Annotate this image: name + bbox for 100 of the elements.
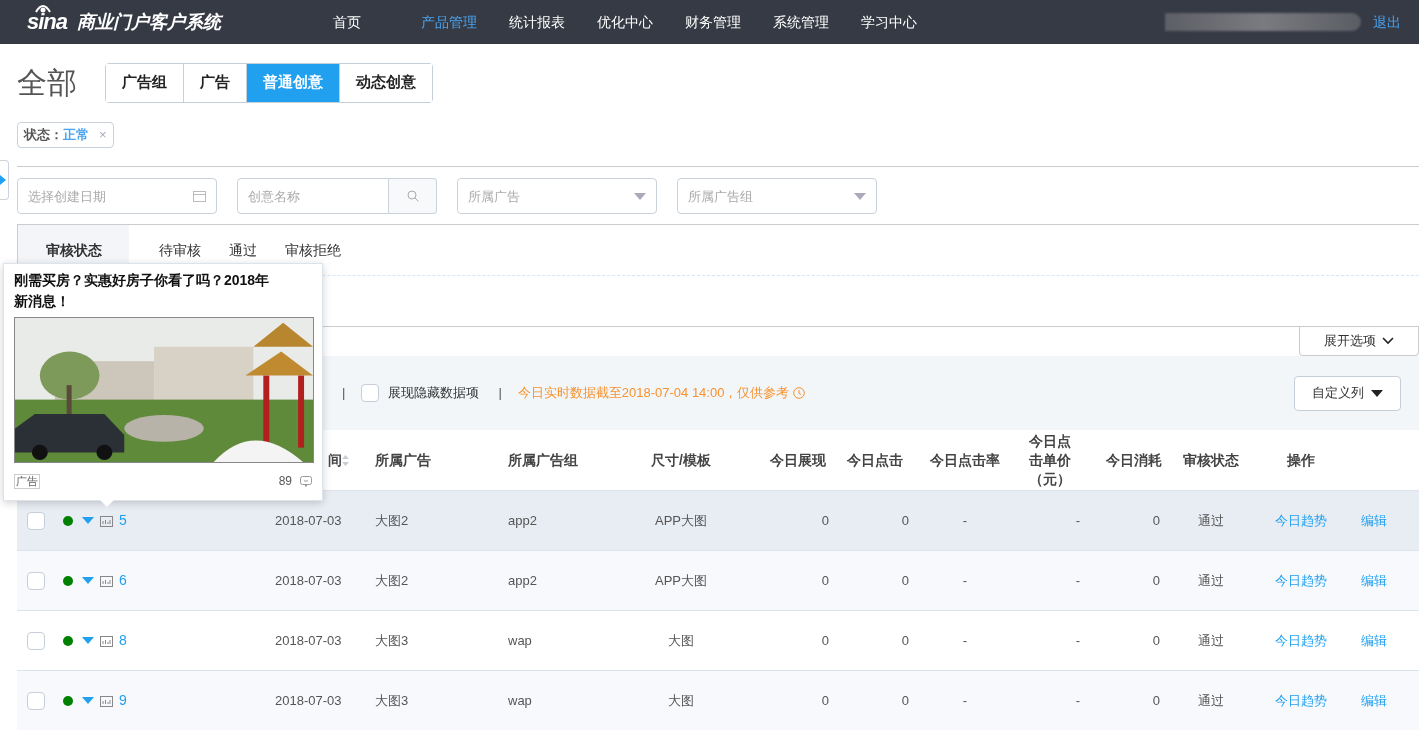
name-search-field[interactable]: 创意名称	[237, 178, 389, 214]
date-field[interactable]: 选择创建日期	[17, 178, 217, 214]
column-header: 审核状态	[1182, 450, 1240, 470]
table-cell-text: 0	[820, 691, 830, 710]
sort-icon	[342, 454, 349, 466]
table-cell-text: -	[1074, 571, 1081, 590]
review-option[interactable]: 通过	[229, 239, 257, 261]
separator: |	[498, 384, 502, 403]
row-checkbox[interactable]	[27, 631, 45, 650]
row-checkbox[interactable]	[27, 511, 45, 530]
column-header: 操作	[1285, 450, 1316, 470]
row-checkbox[interactable]	[27, 571, 45, 590]
expand-caret-icon	[82, 697, 94, 704]
table-row[interactable]: 9 2018-07-03 大图3 wap 大图 0 0 - - 0 通过 今日趋势 编辑	[17, 671, 1419, 730]
expand-caret-icon	[82, 577, 94, 584]
ad-group-select[interactable]: 所属广告组	[677, 178, 877, 214]
filter-tag-value: 正常	[63, 126, 89, 145]
ad-select[interactable]: 所属广告	[468, 179, 634, 213]
review-option[interactable]: 审核拒绝	[285, 239, 341, 261]
show-hidden-checkbox[interactable]	[361, 384, 380, 402]
image-preview-icon[interactable]	[100, 694, 113, 707]
table-cell-text: 2018-07-03	[274, 631, 343, 650]
name-search-field[interactable]: 创意名称	[248, 179, 378, 213]
table-cell-text: 大图2	[374, 571, 410, 590]
search-icon	[406, 190, 419, 202]
column-header: 今日展现	[769, 450, 827, 470]
filter-tag-label: 状态：	[24, 126, 63, 145]
logout-link[interactable]: 退出	[1373, 11, 1401, 33]
nav-item[interactable]: 学习中心	[861, 11, 918, 33]
table-cell-text: 0	[1151, 571, 1161, 590]
table-cell-text: 0	[1151, 691, 1161, 710]
table-cell-text: -	[961, 691, 969, 710]
nav-item[interactable]: 产品管理	[421, 11, 478, 33]
nav-item[interactable]: 统计报表	[509, 11, 566, 33]
custom-columns-button[interactable]: 自定义列	[1294, 375, 1401, 411]
table-cell-text: 2018-07-03	[274, 691, 343, 710]
date-field[interactable]: 选择创建日期	[28, 179, 193, 213]
realtime-notice: 今日实时数据截至2018-07-04 14:00，仅供参考	[517, 384, 790, 403]
table-cell-text: 0	[900, 511, 910, 530]
caret-icon	[854, 192, 866, 200]
column-header: 今日点击	[846, 450, 904, 470]
column-header: 今日消耗	[1105, 450, 1162, 470]
table-cell-text: -	[961, 511, 969, 530]
table-cell-text: 大图3	[374, 691, 410, 710]
column-header: 间	[328, 450, 342, 470]
column-header: 今日点击率	[929, 450, 1001, 470]
table-row[interactable]: 5 2018-07-03 大图2 app2 APP大图 0 0 - - 0 通过 今日趋势 编辑	[17, 491, 1419, 551]
table-cell-text: 大图3	[374, 631, 410, 650]
nav-item[interactable]: 财务管理	[685, 11, 742, 33]
calendar-icon	[193, 190, 206, 202]
image-preview-icon[interactable]	[100, 514, 113, 527]
table-cell-text: 2018-07-03	[274, 571, 343, 590]
table-cell-text: -	[961, 571, 969, 590]
table-cell-text: 通过	[1197, 631, 1225, 650]
separator: |	[342, 384, 346, 403]
column-header: 尺寸/模板	[650, 450, 712, 470]
sidebar-toggle[interactable]	[0, 160, 9, 200]
row-checkbox[interactable]	[27, 691, 45, 710]
table-cell-text: wap	[507, 631, 533, 650]
table-row[interactable]: 6 2018-07-03 大图2 app2 APP大图 0 0 - - 0 通过 今日趋势 编辑	[17, 551, 1419, 611]
expand-options-button[interactable]: 展开选项	[1299, 327, 1419, 356]
expand-arrow-icon	[0, 175, 6, 185]
ad-group-select[interactable]: 所属广告组	[688, 179, 854, 213]
expand-caret-icon	[82, 637, 94, 644]
table-cell-text: 大图	[667, 691, 695, 710]
table-cell-text: APP大图	[654, 571, 708, 590]
image-preview-icon[interactable]	[100, 574, 113, 587]
system-name: 商业门户客户系统	[77, 10, 222, 34]
chevron-down-icon	[1382, 337, 1394, 345]
column-header: 所属广告组	[507, 450, 579, 470]
nav-item[interactable]: 系统管理	[773, 11, 830, 33]
table-cell-text: -	[1074, 511, 1081, 530]
column-header: 今日点击单价（元）	[1028, 431, 1072, 489]
expand-caret-icon	[82, 517, 94, 524]
nav-item[interactable]: 首页	[333, 11, 390, 33]
ad-select[interactable]: 所属广告	[457, 178, 657, 214]
ad-tag: 广告	[14, 473, 40, 489]
caret-icon	[634, 192, 646, 200]
table-cell-text: 0	[820, 571, 830, 590]
eye-icon	[35, 3, 51, 13]
logo: sina	[27, 11, 68, 33]
table-cell-text: 大图	[667, 631, 695, 650]
image-preview-icon[interactable]	[100, 634, 113, 647]
table-cell-text: -	[961, 631, 969, 650]
level-tab[interactable]: 动态创意	[339, 63, 432, 102]
table-cell-text: 0	[900, 631, 910, 650]
table-cell-text: 大图2	[374, 511, 410, 530]
table-cell-text: 0	[820, 631, 830, 650]
table-cell-text: 0	[820, 511, 830, 530]
search-button[interactable]	[389, 178, 437, 214]
clock-icon	[793, 387, 806, 399]
page-title: 全部	[17, 65, 78, 101]
review-option[interactable]: 待审核	[159, 239, 201, 261]
table-cell-text: 0	[900, 571, 910, 590]
table-cell-text: 0	[900, 691, 910, 710]
table-cell-text: 通过	[1197, 571, 1225, 590]
table-cell-text: 通过	[1197, 691, 1225, 710]
table-cell-text: 通过	[1197, 511, 1225, 530]
nav-item[interactable]: 优化中心	[597, 11, 654, 33]
table-cell-text: app2	[507, 511, 538, 530]
